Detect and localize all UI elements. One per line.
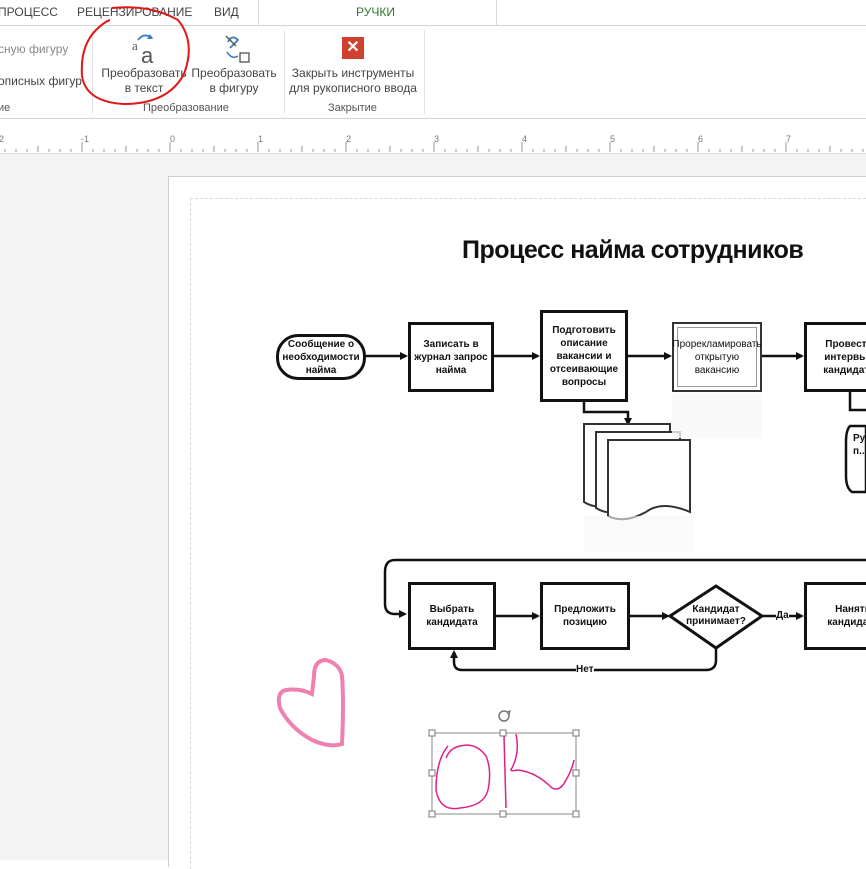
node-prepare-description[interactable]: Подготовить описание вакансии и отсеиваю…	[540, 310, 628, 402]
node-partial: Ру... п...	[853, 433, 866, 457]
node-candidate-accepts[interactable]: Кандидат принимает?	[680, 604, 752, 628]
node-interview[interactable]: Провести интервью кандидата	[804, 322, 866, 392]
node-hire-candidate[interactable]: Нанять кандидата	[804, 582, 866, 650]
diagram-connectors	[80, 6, 866, 818]
label-yes: Да	[776, 610, 789, 621]
node-select-candidate[interactable]: Выбрать кандидата	[408, 582, 496, 650]
node-log-request[interactable]: Записать в журнал запрос найма	[408, 322, 494, 392]
node-advertise-vacancy[interactable]: Прорекламировать открытую вакансию	[672, 322, 762, 392]
node-offer-position[interactable]: Предложить позицию	[540, 582, 630, 650]
label-no: Нет	[576, 664, 594, 675]
node-hiring-request[interactable]: Сообщение о необходимости найма	[276, 334, 366, 380]
